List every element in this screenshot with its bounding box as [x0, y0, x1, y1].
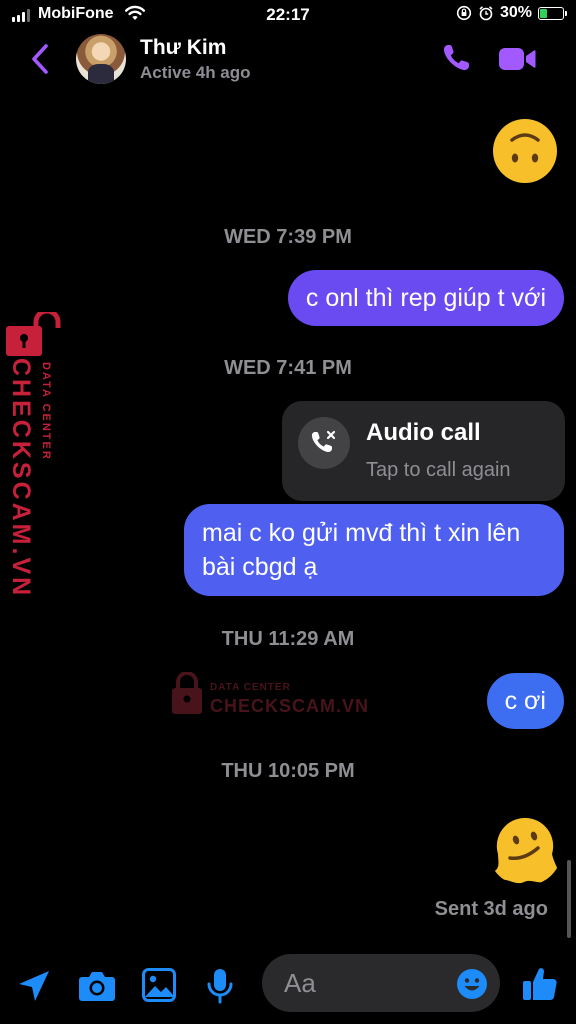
status-bar: MobiFone 22:17 30%: [0, 0, 576, 30]
timestamp: WED 7:41 PM: [224, 357, 352, 379]
melting-face-icon: [492, 817, 559, 884]
composer-bar: Aa: [0, 940, 576, 1024]
timestamp: THU 11:29 AM: [221, 628, 355, 650]
gallery-icon[interactable]: [142, 968, 176, 1002]
watermark-horizontal: DATA CENTER CHECKSCAM.VN: [170, 670, 370, 720]
emoji-icon[interactable]: [456, 968, 488, 1000]
audio-call-card[interactable]: Audio call Tap to call again: [282, 401, 565, 501]
contact-name[interactable]: Thư Kim: [140, 36, 226, 60]
scrollbar[interactable]: [567, 860, 571, 938]
missed-call-icon: [298, 417, 350, 469]
phone-icon[interactable]: [440, 42, 472, 74]
lock-icon: [172, 672, 202, 714]
camera-icon[interactable]: [78, 970, 116, 1002]
watermark-vertical: CHECKSCAM.VN DATA CENTER: [6, 312, 66, 598]
timestamp: WED 7:39 PM: [224, 226, 352, 248]
lock-icon: [6, 312, 61, 356]
battery-charging-icon: [538, 6, 567, 20]
watermark-brand: CHECKSCAM.VN: [210, 696, 370, 716]
battery-percent: 30%: [499, 4, 532, 21]
location-icon[interactable]: [16, 968, 52, 1004]
avatar[interactable]: [76, 34, 126, 84]
message-text: c ơi: [504, 687, 546, 715]
watermark-brand: CHECKSCAM.VN: [7, 358, 35, 599]
message-bubble-outgoing[interactable]: c onl thì rep giúp t với: [287, 270, 564, 326]
message-input-placeholder: Aa: [284, 968, 316, 998]
back-chevron-icon[interactable]: [26, 42, 56, 76]
orientation-lock-icon: [456, 5, 472, 21]
timestamp: THU 10:05 PM: [221, 760, 355, 782]
sent-receipt: Sent 3d ago: [434, 898, 548, 920]
message-bubble-outgoing[interactable]: c ơi: [486, 673, 564, 729]
watermark-tagline: DATA CENTER: [210, 682, 291, 693]
call-title: Audio call: [366, 419, 481, 446]
contact-status: Active 4h ago: [140, 63, 251, 82]
chat-header: Thư Kim Active 4h ago: [0, 30, 576, 90]
call-subtitle: Tap to call again: [366, 459, 511, 481]
video-camera-icon[interactable]: [498, 46, 536, 72]
upside-down-face-icon: [493, 119, 557, 183]
message-bubble-outgoing[interactable]: mai c ko gửi mvđ thì t xin lên bài cbgd …: [184, 504, 564, 596]
message-text: c onl thì rep giúp t với: [305, 284, 546, 312]
alarm-icon: [479, 6, 493, 21]
microphone-icon[interactable]: [206, 968, 234, 1004]
message-input[interactable]: Aa: [262, 954, 500, 1012]
thumbs-up-icon[interactable]: [522, 966, 558, 1002]
message-text: mai c ko gửi mvđ thì t xin lên bài cbgd …: [202, 519, 521, 581]
